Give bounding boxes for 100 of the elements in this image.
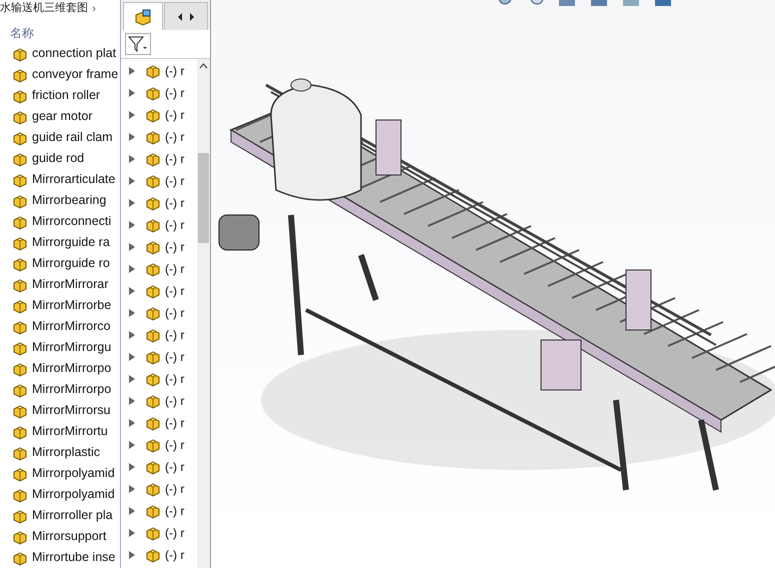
part-icon xyxy=(145,525,161,541)
scrollbar[interactable] xyxy=(197,59,210,568)
file-item[interactable]: connection plat xyxy=(0,43,120,64)
tree-row[interactable]: (-) r xyxy=(121,456,197,478)
file-item[interactable]: Mirrorroller pla xyxy=(0,505,120,526)
expand-arrow-icon[interactable] xyxy=(129,529,135,537)
part-icon xyxy=(145,63,161,79)
part-icon xyxy=(145,459,161,475)
expand-arrow-icon[interactable] xyxy=(129,199,135,207)
expand-arrow-icon[interactable] xyxy=(129,551,135,559)
part-icon xyxy=(12,550,28,566)
expand-arrow-icon[interactable] xyxy=(129,133,135,141)
file-item[interactable]: guide rail clam xyxy=(0,127,120,148)
part-icon xyxy=(145,371,161,387)
tree-row[interactable]: (-) r xyxy=(121,478,197,500)
tree-row[interactable]: (-) r xyxy=(121,104,197,126)
tree-row[interactable]: (-) r xyxy=(121,192,197,214)
part-icon xyxy=(145,393,161,409)
tree-row[interactable]: (-) r xyxy=(121,544,197,566)
tree-row[interactable]: (-) r xyxy=(121,324,197,346)
expand-arrow-icon[interactable] xyxy=(129,331,135,339)
file-item[interactable]: MirrorMirrorpo xyxy=(0,379,120,400)
cube-icon xyxy=(134,8,152,26)
tree-row[interactable]: (-) r xyxy=(121,500,197,522)
tree-row[interactable]: (-) r xyxy=(121,148,197,170)
part-icon xyxy=(145,107,161,123)
part-icon xyxy=(145,129,161,145)
part-icon xyxy=(12,46,28,62)
expand-arrow-icon[interactable] xyxy=(129,397,135,405)
file-item[interactable]: guide rod xyxy=(0,148,120,169)
tree-row[interactable]: (-) r xyxy=(121,170,197,192)
file-item[interactable]: Mirrorconnecti xyxy=(0,211,120,232)
navigation-tab[interactable] xyxy=(164,2,208,30)
file-item[interactable]: gear motor xyxy=(0,106,120,127)
part-icon xyxy=(145,239,161,255)
part-icon xyxy=(12,172,28,188)
tree-row[interactable]: (-) r xyxy=(121,82,197,104)
expand-arrow-icon[interactable] xyxy=(129,485,135,493)
file-item[interactable]: MirrorMirrorpo xyxy=(0,358,120,379)
part-icon xyxy=(12,276,28,292)
file-item[interactable]: Mirrorguide ra xyxy=(0,232,120,253)
tree-row[interactable]: (-) r xyxy=(121,368,197,390)
tree-row[interactable]: (-) r xyxy=(121,214,197,236)
parts-tab[interactable] xyxy=(123,2,163,30)
file-item[interactable]: MirrorMirrorar xyxy=(0,274,120,295)
expand-arrow-icon[interactable] xyxy=(129,375,135,383)
part-icon xyxy=(12,88,28,104)
expand-arrow-icon[interactable] xyxy=(129,111,135,119)
tree-row[interactable]: (-) r xyxy=(121,390,197,412)
part-icon xyxy=(12,256,28,272)
file-item[interactable]: conveyor frame xyxy=(0,64,120,85)
file-item[interactable]: friction roller xyxy=(0,85,120,106)
file-item[interactable]: Mirrorpolyamid xyxy=(0,484,120,505)
file-item[interactable]: MirrorMirrorco xyxy=(0,316,120,337)
part-icon xyxy=(12,318,28,334)
file-item[interactable]: Mirrorpolyamid xyxy=(0,463,120,484)
file-item[interactable]: Mirrorbearing xyxy=(0,190,120,211)
expand-arrow-icon[interactable] xyxy=(129,441,135,449)
tree-row[interactable]: (-) r xyxy=(121,60,197,82)
expand-arrow-icon[interactable] xyxy=(129,243,135,251)
part-icon xyxy=(12,192,28,208)
file-item[interactable]: MirrorMirrorsu xyxy=(0,400,120,421)
file-item[interactable]: Mirrortube inse xyxy=(0,547,120,568)
file-item[interactable]: Mirrorsupport xyxy=(0,526,120,547)
tree-row[interactable]: (-) r xyxy=(121,522,197,544)
expand-arrow-icon[interactable] xyxy=(129,155,135,163)
tree-row[interactable]: (-) r xyxy=(121,126,197,148)
part-icon xyxy=(12,234,28,250)
expand-arrow-icon[interactable] xyxy=(129,463,135,471)
file-item[interactable]: Mirrorplastic xyxy=(0,442,120,463)
file-item[interactable]: Mirrorarticulate xyxy=(0,169,120,190)
file-item[interactable]: Mirrorguide ro xyxy=(0,253,120,274)
column-header[interactable]: 名称 xyxy=(10,24,34,42)
tree-row[interactable]: (-) r xyxy=(121,280,197,302)
file-item[interactable]: MirrorMirrorbe xyxy=(0,295,120,316)
tree-row[interactable]: (-) r xyxy=(121,346,197,368)
filter-button[interactable] xyxy=(125,33,151,55)
file-item[interactable]: MirrorMirrortu xyxy=(0,421,120,442)
expand-arrow-icon[interactable] xyxy=(129,67,135,75)
expand-arrow-icon[interactable] xyxy=(129,309,135,317)
tree-row[interactable]: (-) r xyxy=(121,302,197,324)
tree-row[interactable]: (-) r xyxy=(121,236,197,258)
part-icon xyxy=(145,547,161,563)
tree-row[interactable]: (-) r xyxy=(121,258,197,280)
expand-arrow-icon[interactable] xyxy=(129,89,135,97)
breadcrumb-item[interactable]: 水输送机三维套图 xyxy=(0,0,88,16)
file-item[interactable]: MirrorMirrorgu xyxy=(0,337,120,358)
tree-row[interactable]: (-) r xyxy=(121,434,197,456)
breadcrumb-separator: › xyxy=(92,0,96,17)
part-icon xyxy=(145,195,161,211)
expand-arrow-icon[interactable] xyxy=(129,221,135,229)
part-icon xyxy=(145,217,161,233)
expand-arrow-icon[interactable] xyxy=(129,507,135,515)
expand-arrow-icon[interactable] xyxy=(129,353,135,361)
expand-arrow-icon[interactable] xyxy=(129,265,135,273)
expand-arrow-icon[interactable] xyxy=(129,177,135,185)
expand-arrow-icon[interactable] xyxy=(129,419,135,427)
scroll-thumb[interactable] xyxy=(198,153,209,243)
expand-arrow-icon[interactable] xyxy=(129,287,135,295)
tree-row[interactable]: (-) r xyxy=(121,412,197,434)
